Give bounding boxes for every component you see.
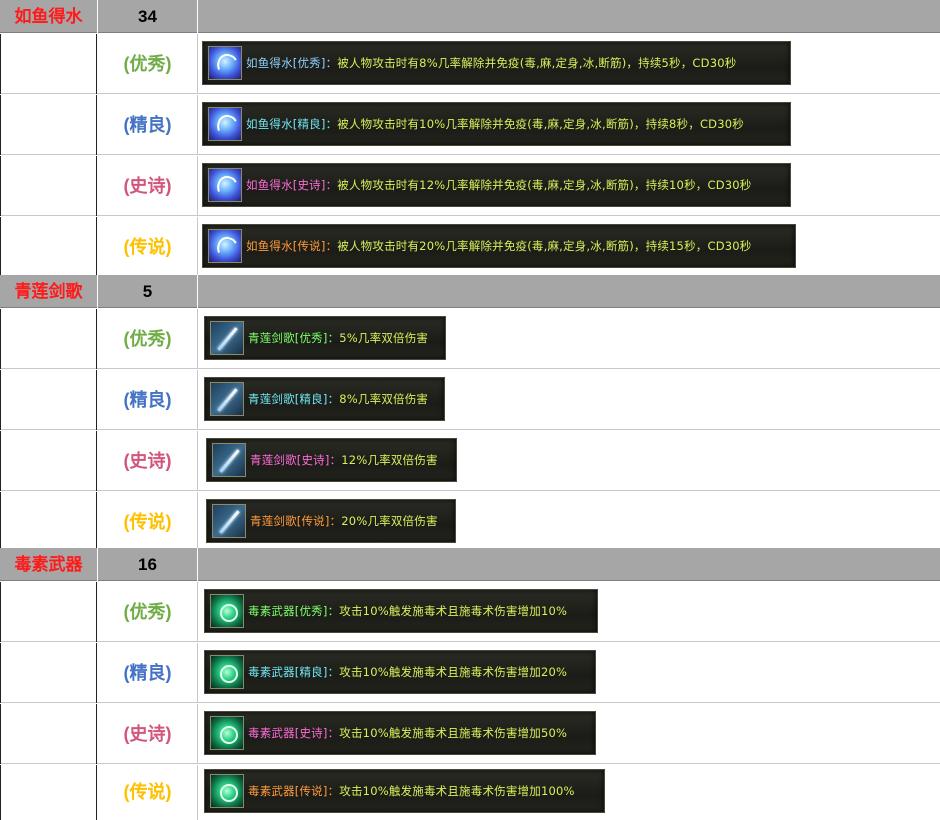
water-swirl-icon bbox=[208, 168, 242, 202]
quality-label: (优秀) bbox=[98, 582, 198, 642]
tooltip-skill-name: 如鱼得水[优秀]： bbox=[246, 56, 338, 70]
skill-tooltip: 青莲剑歌[传说]：20%几率双倍伤害 bbox=[206, 499, 456, 543]
tooltip-skill-name: 毒素武器[精良]： bbox=[248, 665, 340, 679]
tooltip-skill-desc: 被人物攻击时有20%几率解除并免疫(毒,麻,定身,冰,断筋)，持续15秒，CD3… bbox=[337, 239, 752, 253]
tooltip-skill-name: 如鱼得水[精良]： bbox=[246, 117, 338, 131]
skill-table: 如鱼得水 34 (优秀) 如鱼得水[优秀]：被人物攻击时有8%几率解除并免疫(毒… bbox=[0, 0, 940, 820]
skill-tooltip: 青莲剑歌[精良]：8%几率双倍伤害 bbox=[204, 377, 445, 421]
tooltip-skill-name: 青莲剑歌[传说]： bbox=[250, 514, 342, 528]
table-row: (史诗) 毒素武器[史诗]：攻击10%触发施毒术且施毒术伤害增加50% bbox=[0, 704, 940, 764]
table-row: (史诗) 如鱼得水[史诗]：被人物攻击时有12%几率解除并免疫(毒,麻,定身,冰… bbox=[0, 156, 940, 216]
section-name: 如鱼得水 bbox=[0, 0, 98, 33]
tooltip-skill-name: 青莲剑歌[精良]： bbox=[248, 392, 340, 406]
skill-tooltip: 如鱼得水[史诗]：被人物攻击时有12%几率解除并免疫(毒,麻,定身,冰,断筋)，… bbox=[202, 163, 791, 207]
skill-tooltip: 如鱼得水[传说]：被人物攻击时有20%几率解除并免疫(毒,麻,定身,冰,断筋)，… bbox=[202, 224, 796, 268]
water-swirl-icon bbox=[208, 46, 242, 80]
skill-tooltip: 青莲剑歌[史诗]：12%几率双倍伤害 bbox=[206, 438, 457, 482]
table-row: (优秀) 青莲剑歌[优秀]：5%几率双倍伤害 bbox=[0, 309, 940, 369]
tooltip-skill-desc: 被人物攻击时有8%几率解除并免疫(毒,麻,定身,冰,断筋)，持续5秒，CD30秒 bbox=[337, 56, 737, 70]
skill-tooltip: 青莲剑歌[优秀]：5%几率双倍伤害 bbox=[204, 316, 446, 360]
table-row: (精良) 青莲剑歌[精良]：8%几率双倍伤害 bbox=[0, 370, 940, 430]
skill-tooltip: 如鱼得水[优秀]：被人物攻击时有8%几率解除并免疫(毒,麻,定身,冰,断筋)，持… bbox=[202, 41, 791, 85]
section-header: 青莲剑歌 5 bbox=[0, 275, 940, 308]
tooltip-skill-desc: 8%几率双倍伤害 bbox=[339, 392, 429, 406]
tooltip-skill-desc: 被人物攻击时有12%几率解除并免疫(毒,麻,定身,冰,断筋)，持续10秒，CD3… bbox=[337, 178, 752, 192]
table-row: (优秀) 毒素武器[优秀]：攻击10%触发施毒术且施毒术伤害增加10% bbox=[0, 582, 940, 642]
tooltip-skill-name: 青莲剑歌[优秀]： bbox=[248, 331, 340, 345]
quality-label: (精良) bbox=[98, 95, 198, 155]
quality-label: (传说) bbox=[98, 217, 198, 277]
section-header: 如鱼得水 34 bbox=[0, 0, 940, 33]
quality-label: (优秀) bbox=[98, 309, 198, 369]
quality-label: (优秀) bbox=[98, 34, 198, 94]
section-count: 34 bbox=[98, 0, 198, 33]
tooltip-skill-name: 毒素武器[优秀]： bbox=[248, 604, 340, 618]
table-row: (传说) 毒素武器[传说]：攻击10%触发施毒术且施毒术伤害增加100% bbox=[0, 765, 940, 820]
tooltip-skill-desc: 20%几率双倍伤害 bbox=[341, 514, 438, 528]
poison-orb-icon bbox=[210, 594, 244, 628]
tooltip-skill-name: 如鱼得水[传说]： bbox=[246, 239, 338, 253]
table-row: (传说) 青莲剑歌[传说]：20%几率双倍伤害 bbox=[0, 492, 940, 552]
quality-label: (精良) bbox=[98, 643, 198, 703]
skill-tooltip: 毒素武器[优秀]：攻击10%触发施毒术且施毒术伤害增加10% bbox=[204, 589, 598, 633]
tooltip-skill-desc: 5%几率双倍伤害 bbox=[339, 331, 429, 345]
poison-orb-icon bbox=[210, 716, 244, 750]
table-row: (优秀) 如鱼得水[优秀]：被人物攻击时有8%几率解除并免疫(毒,麻,定身,冰,… bbox=[0, 34, 940, 94]
tooltip-skill-desc: 攻击10%触发施毒术且施毒术伤害增加20% bbox=[339, 665, 568, 679]
water-swirl-icon bbox=[208, 107, 242, 141]
section-name: 青莲剑歌 bbox=[0, 275, 98, 308]
table-row: (史诗) 青莲剑歌[史诗]：12%几率双倍伤害 bbox=[0, 431, 940, 491]
skill-tooltip: 毒素武器[精良]：攻击10%触发施毒术且施毒术伤害增加20% bbox=[204, 650, 596, 694]
tooltip-skill-name: 毒素武器[史诗]： bbox=[248, 726, 340, 740]
tooltip-skill-name: 青莲剑歌[史诗]： bbox=[250, 453, 342, 467]
tooltip-skill-desc: 攻击10%触发施毒术且施毒术伤害增加100% bbox=[339, 784, 575, 798]
section-header: 毒素武器 16 bbox=[0, 548, 940, 581]
quality-label: (史诗) bbox=[98, 156, 198, 216]
skill-tooltip: 毒素武器[传说]：攻击10%触发施毒术且施毒术伤害增加100% bbox=[204, 769, 605, 813]
tooltip-skill-desc: 攻击10%触发施毒术且施毒术伤害增加50% bbox=[339, 726, 568, 740]
water-swirl-icon bbox=[208, 229, 242, 263]
poison-orb-icon bbox=[210, 655, 244, 689]
quality-label: (史诗) bbox=[98, 704, 198, 764]
sword-icon bbox=[210, 321, 244, 355]
tooltip-skill-desc: 攻击10%触发施毒术且施毒术伤害增加10% bbox=[339, 604, 568, 618]
quality-label: (传说) bbox=[98, 765, 198, 820]
quality-label: (传说) bbox=[98, 492, 198, 552]
tooltip-skill-desc: 被人物攻击时有10%几率解除并免疫(毒,麻,定身,冰,断筋)，持续8秒，CD30… bbox=[337, 117, 744, 131]
quality-label: (精良) bbox=[98, 370, 198, 430]
sword-icon bbox=[212, 504, 246, 538]
table-row: (精良) 如鱼得水[精良]：被人物攻击时有10%几率解除并免疫(毒,麻,定身,冰… bbox=[0, 95, 940, 155]
table-row: (精良) 毒素武器[精良]：攻击10%触发施毒术且施毒术伤害增加20% bbox=[0, 643, 940, 703]
tooltip-skill-desc: 12%几率双倍伤害 bbox=[341, 453, 438, 467]
sword-icon bbox=[210, 382, 244, 416]
poison-orb-icon bbox=[210, 774, 244, 808]
quality-label: (史诗) bbox=[98, 431, 198, 491]
section-name: 毒素武器 bbox=[0, 548, 98, 581]
skill-tooltip: 毒素武器[史诗]：攻击10%触发施毒术且施毒术伤害增加50% bbox=[204, 711, 596, 755]
tooltip-skill-name: 毒素武器[传说]： bbox=[248, 784, 340, 798]
section-count: 16 bbox=[98, 548, 198, 581]
table-row: (传说) 如鱼得水[传说]：被人物攻击时有20%几率解除并免疫(毒,麻,定身,冰… bbox=[0, 217, 940, 277]
section-count: 5 bbox=[98, 275, 198, 308]
sword-icon bbox=[212, 443, 246, 477]
skill-tooltip: 如鱼得水[精良]：被人物攻击时有10%几率解除并免疫(毒,麻,定身,冰,断筋)，… bbox=[202, 102, 791, 146]
tooltip-skill-name: 如鱼得水[史诗]： bbox=[246, 178, 338, 192]
